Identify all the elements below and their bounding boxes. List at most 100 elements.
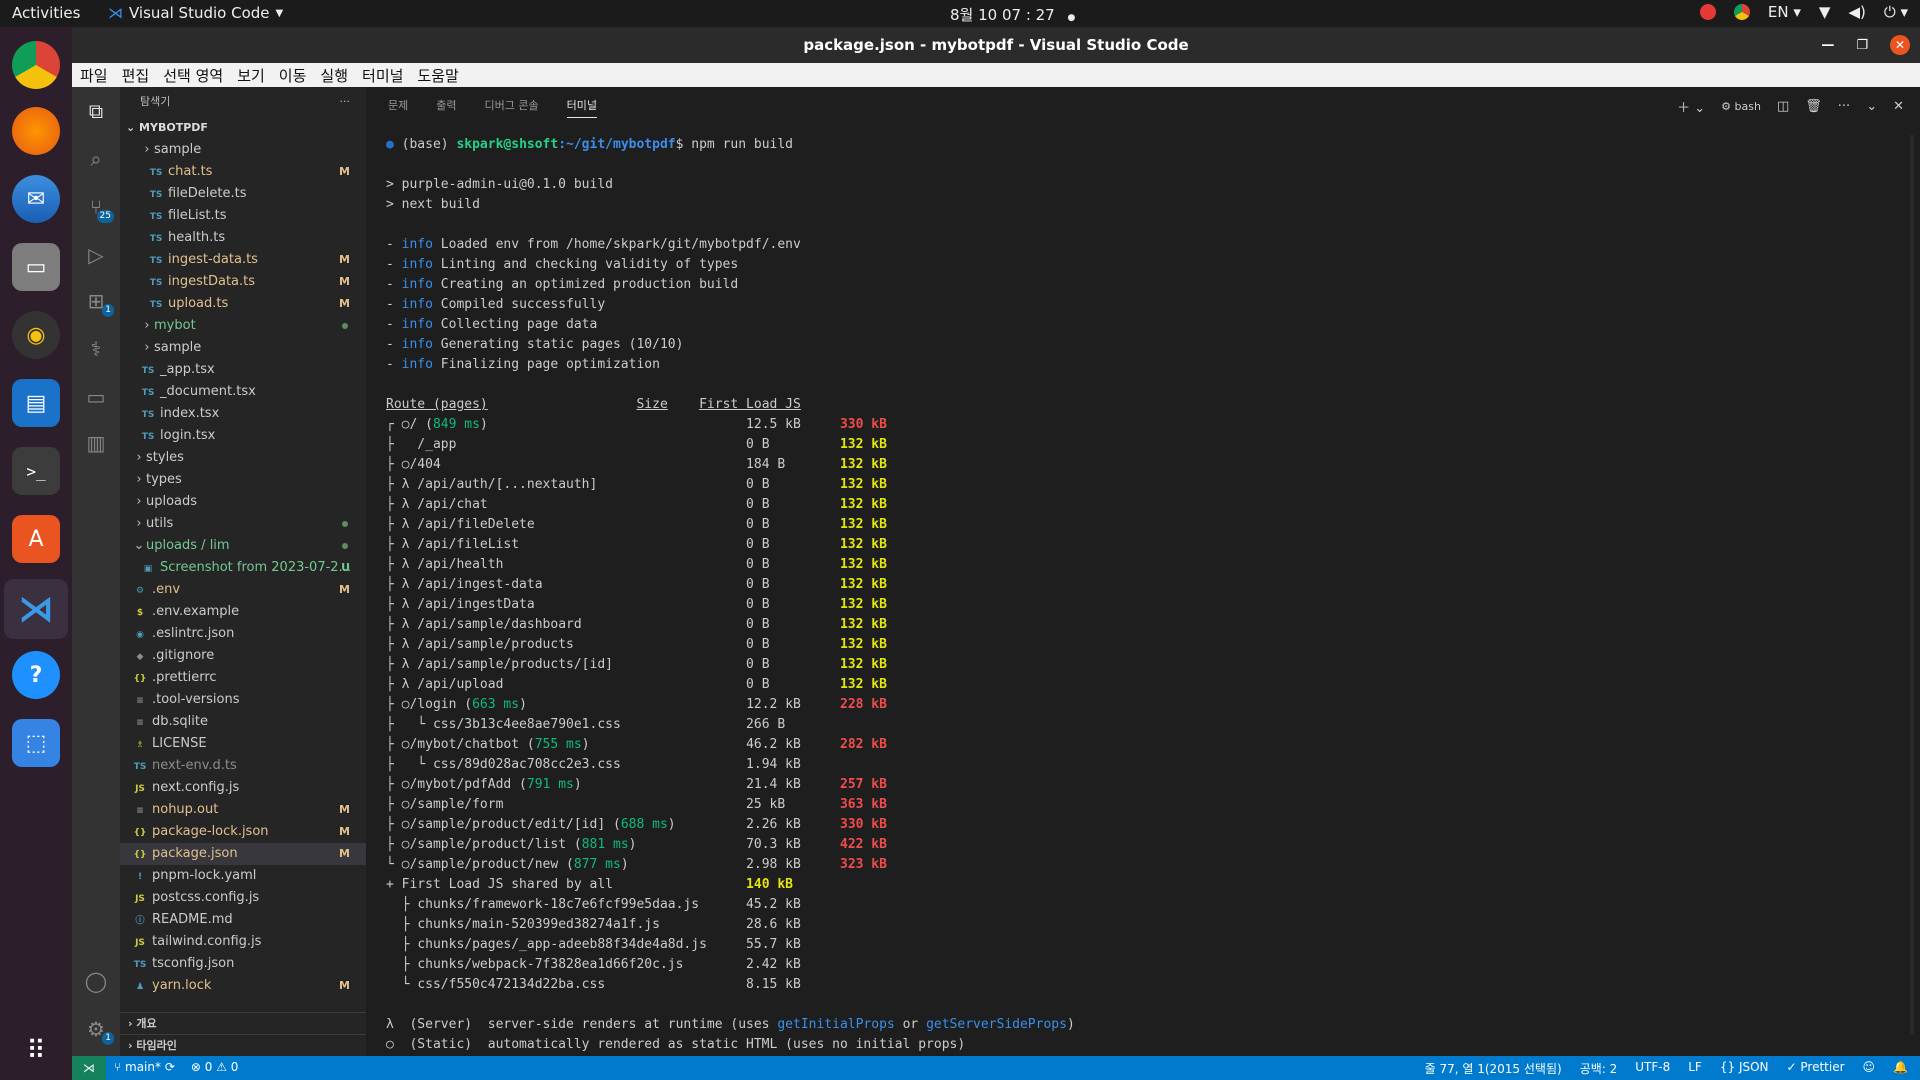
menu-run[interactable]: 실행 — [320, 65, 348, 86]
file-tree-item[interactable]: TS ingest-data.ts M — [120, 249, 366, 271]
file-tree-item[interactable]: {} .prettierrc — [120, 667, 366, 689]
split-terminal-icon[interactable]: ◫ — [1777, 99, 1789, 114]
file-tree-item[interactable]: TS health.ts — [120, 227, 366, 249]
terminal-view-icon[interactable]: ▭ — [82, 383, 110, 411]
file-tree-item[interactable]: TS fileDelete.ts — [120, 183, 366, 205]
chevron-down-icon[interactable]: ⌄ — [1866, 99, 1877, 114]
problems-indicator[interactable]: ⊗ 0 ⚠ 0 — [191, 1060, 239, 1074]
file-tree-item[interactable]: TS index.tsx — [120, 403, 366, 425]
screenshot-icon[interactable]: ⬚ — [12, 719, 60, 767]
menu-edit[interactable]: 편집 — [122, 65, 150, 86]
terminal-output[interactable]: ● (base) skpark@shsoft:~/git/mybotpdf$ n… — [386, 135, 1075, 1055]
chrome-tray-icon[interactable] — [1733, 4, 1750, 20]
minimize-icon[interactable]: — — [1821, 38, 1834, 53]
file-tree-item[interactable]: › uploads — [120, 491, 366, 513]
file-tree-item[interactable]: ▣ Screenshot from 2023-07-2... U — [120, 557, 366, 579]
firefox-icon[interactable] — [12, 107, 60, 155]
file-tree-item[interactable]: ⌄ uploads / lim — [120, 535, 366, 557]
tab-debug-console[interactable]: 디버그 콘솔 — [485, 97, 539, 113]
prettier-status[interactable]: ✓ Prettier — [1787, 1060, 1845, 1077]
file-tree-item[interactable]: ≡ db.sqlite — [120, 711, 366, 733]
menu-view[interactable]: 보기 — [237, 65, 265, 86]
file-tree-item[interactable]: TS next-env.d.ts — [120, 755, 366, 777]
notifications-icon[interactable]: 🔔 — [1893, 1060, 1908, 1077]
file-tree-item[interactable]: ≡ nohup.out M — [120, 799, 366, 821]
file-tree-item[interactable]: $ .env.example — [120, 601, 366, 623]
file-tree-item[interactable]: ⚙ .env M — [120, 579, 366, 601]
file-tree-item[interactable]: ⓘ README.md — [120, 909, 366, 931]
power-icon[interactable]: ⏻ ▾ — [1884, 3, 1908, 21]
trash-icon[interactable]: 🗑 — [1805, 99, 1822, 114]
file-tree-item[interactable]: TS upload.ts M — [120, 293, 366, 315]
activities-button[interactable]: Activities — [12, 4, 80, 22]
libreoffice-writer-icon[interactable]: ▤ — [12, 379, 60, 427]
indentation[interactable]: 공백: 2 — [1580, 1060, 1618, 1077]
menu-terminal[interactable]: 터미널 — [362, 65, 403, 86]
tab-output[interactable]: 출력 — [436, 97, 456, 113]
search-icon[interactable]: ⌕ — [82, 145, 110, 173]
menu-help[interactable]: 도움말 — [417, 65, 458, 86]
file-tree-item[interactable]: ! pnpm-lock.yaml — [120, 865, 366, 887]
tab-terminal[interactable]: 터미널 — [566, 97, 597, 118]
gear-icon[interactable]: ⚙ 1 — [82, 1015, 114, 1045]
feedback-icon[interactable]: ☺ — [1863, 1060, 1876, 1077]
language-mode[interactable]: {} JSON — [1720, 1060, 1769, 1077]
tab-problems[interactable]: 문제 — [388, 97, 408, 113]
file-tree-item[interactable]: ♟ yarn.lock M — [120, 975, 366, 997]
file-tree-item[interactable]: TS login.tsx — [120, 425, 366, 447]
remote-icon[interactable]: ⋊ — [72, 1056, 106, 1080]
project-root[interactable]: ⌄ MYBOTPDF — [120, 117, 366, 139]
new-terminal-icon[interactable]: ＋ ⌄ — [1677, 97, 1705, 116]
book-icon[interactable]: ▥ — [82, 429, 110, 457]
file-tree-item[interactable]: JS next.config.js — [120, 777, 366, 799]
input-language[interactable]: EN ▾ — [1768, 3, 1801, 21]
file-tree-item[interactable]: ♗ LICENSE — [120, 733, 366, 755]
file-tree-item[interactable]: › sample — [120, 139, 366, 161]
file-tree-item[interactable]: {} package-lock.json M — [120, 821, 366, 843]
show-apps-icon[interactable]: ⠿ — [12, 1027, 60, 1075]
file-tree-item[interactable]: TS _app.tsx — [120, 359, 366, 381]
help-icon[interactable]: ? — [12, 651, 60, 699]
file-tree-item[interactable]: › utils — [120, 513, 366, 535]
file-tree-item[interactable]: TS chat.ts M — [120, 161, 366, 183]
file-tree-item[interactable]: ≡ .tool-versions — [120, 689, 366, 711]
file-tree-item[interactable]: › styles — [120, 447, 366, 469]
menu-selection[interactable]: 선택 영역 — [163, 65, 223, 86]
account-icon[interactable]: ◯ — [82, 967, 110, 995]
wifi-icon[interactable]: ▼ — [1819, 3, 1831, 21]
files-icon[interactable]: ▭ — [12, 243, 60, 291]
source-control-icon[interactable]: ⑂ 25 — [82, 193, 114, 223]
thunderbird-icon[interactable]: ✉ — [12, 175, 60, 223]
file-tree-item[interactable]: TS ingestData.ts M — [120, 271, 366, 293]
branch-indicator[interactable]: ⑂ main* ⟳ — [114, 1060, 175, 1074]
file-tree-item[interactable]: › types — [120, 469, 366, 491]
clock[interactable]: 8월 10 07 : 27 ● — [950, 4, 1075, 25]
cursor-position[interactable]: 줄 77, 열 1(2015 선택됨) — [1425, 1060, 1562, 1077]
shell-selector[interactable]: ⚙ bash — [1721, 100, 1761, 113]
chrome-icon[interactable] — [12, 41, 60, 89]
file-tree-item[interactable]: ◉ .eslintrc.json — [120, 623, 366, 645]
menu-file[interactable]: 파일 — [80, 65, 108, 86]
more-icon[interactable]: ··· — [1838, 99, 1850, 114]
file-tree-item[interactable]: {} package.json M — [120, 843, 366, 865]
vscode-dock-icon[interactable]: ⋊ — [4, 579, 68, 639]
rhythmbox-icon[interactable]: ◉ — [12, 311, 60, 359]
run-debug-icon[interactable]: ▷ — [82, 241, 110, 269]
terminal-scrollbar[interactable] — [1910, 135, 1914, 1035]
close-panel-icon[interactable]: ✕ — [1893, 99, 1904, 114]
more-actions-icon[interactable]: ··· — [340, 87, 351, 117]
app-menu[interactable]: ⋊ Visual Studio Code ▼ — [108, 4, 283, 22]
volume-icon[interactable]: ◀) — [1848, 3, 1865, 21]
file-tree-item[interactable]: JS tailwind.config.js — [120, 931, 366, 953]
python-icon[interactable]: ⚕ — [82, 335, 110, 363]
file-tree-item[interactable]: TS tsconfig.json — [120, 953, 366, 975]
menu-go[interactable]: 이동 — [279, 65, 307, 86]
extensions-icon[interactable]: ⊞ 1 — [82, 287, 114, 317]
close-icon[interactable]: ✕ — [1890, 35, 1910, 55]
file-tree-item[interactable]: ◆ .gitignore — [120, 645, 366, 667]
encoding[interactable]: UTF-8 — [1635, 1060, 1670, 1077]
file-tree-item[interactable]: JS postcss.config.js — [120, 887, 366, 909]
terminal-icon[interactable]: >_ — [12, 447, 60, 495]
end-of-line[interactable]: LF — [1688, 1060, 1702, 1077]
outline-section[interactable]: › 개요 — [120, 1012, 366, 1034]
